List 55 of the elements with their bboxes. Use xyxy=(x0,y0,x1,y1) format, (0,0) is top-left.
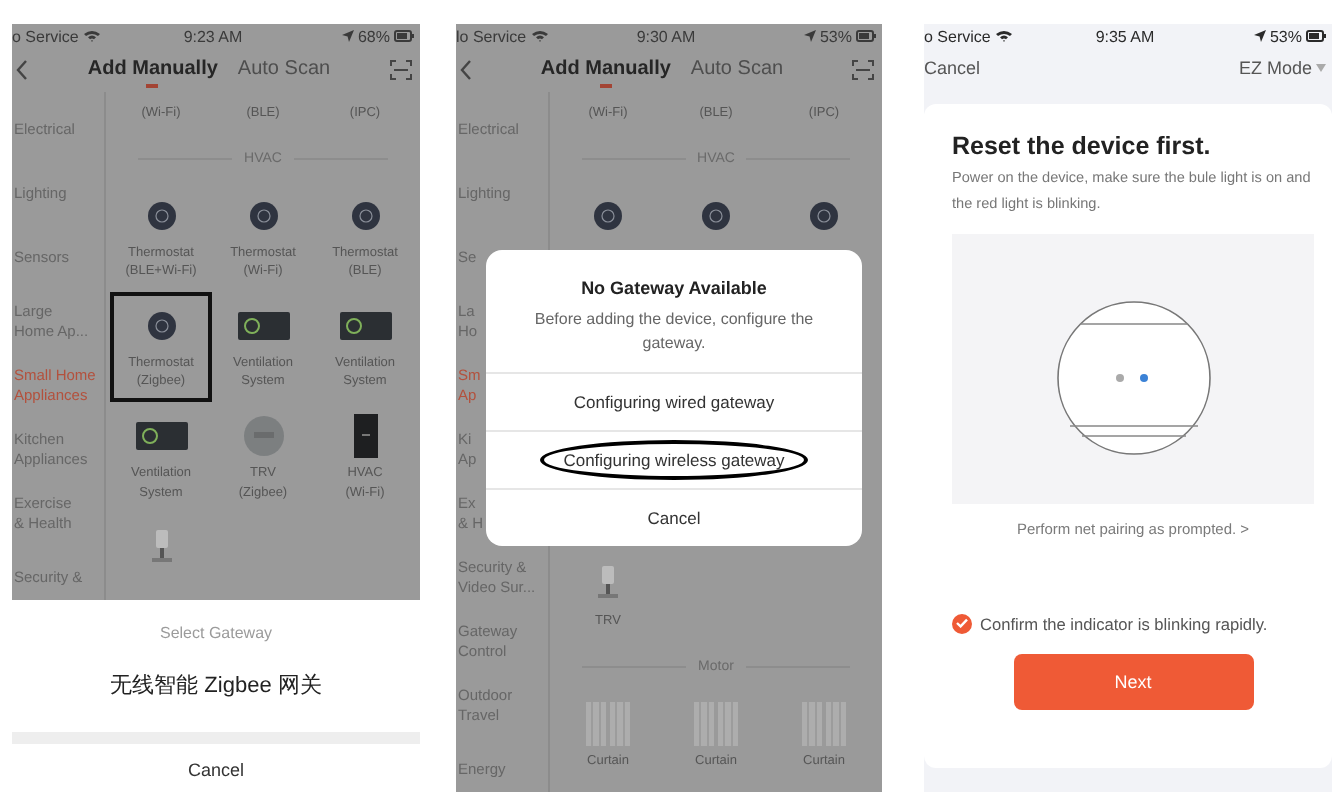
tab[interactable]: Auto Scan xyxy=(688,53,786,87)
carrier-text: o Service xyxy=(924,27,991,45)
carrier-text: lo Service xyxy=(456,27,527,45)
valve-icon xyxy=(149,529,173,566)
thermostat-icon xyxy=(147,202,175,231)
cancel-button[interactable]: Cancel xyxy=(623,498,725,538)
thermostat-icon xyxy=(249,202,277,231)
dialog-message: Before adding the device, configure the gateway. xyxy=(532,308,816,356)
clock-time: 9:23 AM xyxy=(183,27,243,45)
checkbox-label: Confirm the indicator is blinking rapidly. xyxy=(980,613,1268,634)
carrier-text: o Service xyxy=(12,27,79,45)
clock-time: 9:30 AM xyxy=(636,27,696,45)
battery-icon xyxy=(856,30,876,42)
ventilation-panel-icon xyxy=(339,312,391,341)
thermostat-icon xyxy=(810,202,838,231)
cancel-button[interactable]: Cancel xyxy=(175,758,256,782)
scan-icon[interactable] xyxy=(852,60,874,80)
wifi-icon xyxy=(84,30,101,42)
wall-panel-icon xyxy=(353,414,377,459)
tab[interactable]: Auto Scan xyxy=(235,53,333,87)
wifi-icon xyxy=(532,30,549,42)
back-icon[interactable] xyxy=(460,60,472,80)
thermostat-icon xyxy=(351,202,379,231)
mode-selector[interactable]: EZ Mode xyxy=(1238,58,1326,78)
tab[interactable]: Add Manually xyxy=(538,53,673,87)
next-button[interactable]: Next xyxy=(1013,653,1253,710)
location-arrow-icon xyxy=(1253,30,1266,42)
ventilation-panel-icon xyxy=(135,422,187,451)
battery-percent: 68% xyxy=(357,27,390,45)
caret-icon xyxy=(1316,64,1326,72)
gateway-option[interactable]: 无线智能 Zigbee 网关 xyxy=(106,666,326,704)
valve-icon xyxy=(596,566,620,603)
thermostat-icon xyxy=(147,312,175,341)
sheet-title: Select Gateway xyxy=(159,624,273,642)
back-icon[interactable] xyxy=(16,60,28,80)
step-title: Reset the device first. xyxy=(952,132,1213,160)
dialog-option[interactable]: Configuring wireless gateway xyxy=(539,440,809,480)
battery-percent: 53% xyxy=(819,27,852,45)
clock-time: 9:35 AM xyxy=(1095,27,1155,45)
location-arrow-icon xyxy=(803,30,816,42)
thermostat-icon xyxy=(702,202,730,231)
round-device-icon xyxy=(243,416,283,457)
battery-icon xyxy=(394,30,414,42)
scan-icon[interactable] xyxy=(390,60,412,80)
location-arrow-icon xyxy=(341,30,354,42)
tab[interactable]: Add Manually xyxy=(85,53,220,87)
battery-icon xyxy=(1306,30,1326,42)
battery-percent: 53% xyxy=(1269,27,1302,45)
checkbox[interactable] xyxy=(952,613,972,634)
ventilation-panel-icon xyxy=(237,312,289,341)
dialog-option[interactable]: Configuring wired gateway xyxy=(549,382,799,422)
thermostat-icon xyxy=(594,202,622,231)
cancel-link[interactable]: Cancel xyxy=(924,58,981,78)
dialog-title: No Gateway Available xyxy=(579,278,769,298)
wifi-icon xyxy=(996,30,1013,42)
